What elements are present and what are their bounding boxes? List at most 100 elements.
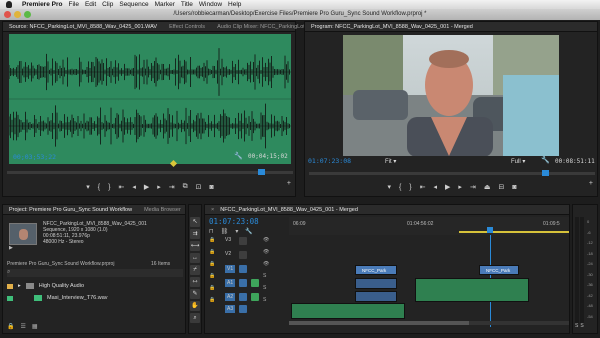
source-timecode-in[interactable]: 00;03;53;22 [13, 153, 56, 161]
list-view-icon[interactable]: ☰ [20, 323, 25, 331]
step-back-icon[interactable]: ◂ [132, 183, 136, 191]
apple-icon[interactable] [6, 1, 12, 8]
wrench-icon[interactable]: 🔧 [541, 156, 550, 164]
folder-row[interactable]: ▸ High Quality Audio [7, 283, 84, 289]
mark-in-icon[interactable]: { [98, 184, 100, 191]
lift-icon[interactable]: ⏏ [484, 183, 491, 191]
video-clip-2[interactable]: NFCC_Park [479, 265, 519, 275]
go-to-in-icon[interactable]: ⇤ [420, 183, 426, 191]
menu-clip[interactable]: Clip [102, 1, 113, 8]
toggle-sync-lock-button[interactable] [239, 237, 247, 245]
timeline-settings-icon[interactable]: 🔧 [245, 228, 252, 235]
icon-view-icon[interactable]: ▦ [32, 323, 38, 331]
step-back-icon[interactable]: ◂ [434, 183, 438, 191]
track-v2[interactable]: V2 [225, 251, 231, 257]
add-marker-icon[interactable]: ▾ [235, 228, 238, 235]
lock-icon[interactable]: 🔒 [209, 285, 215, 291]
wrench-icon[interactable]: 🔧 [234, 152, 243, 160]
play-icon[interactable]: ▶ [445, 183, 450, 191]
export-frame-icon[interactable]: ◙ [512, 184, 516, 191]
track-select-tool-icon[interactable]: ⇉ [190, 229, 200, 239]
program-playhead[interactable] [542, 170, 549, 176]
lock-icon[interactable]: 🔒 [209, 237, 215, 243]
razor-tool-icon[interactable]: ⌿ [190, 265, 200, 275]
zoom-tool-icon[interactable]: ⌕ [190, 313, 200, 323]
menu-marker[interactable]: Marker [155, 1, 175, 8]
insert-icon[interactable]: ⧉ [183, 183, 188, 191]
lock-icon[interactable]: 🔒 [7, 323, 14, 331]
linked-selection-icon[interactable]: ⛓ [221, 228, 229, 235]
hand-tool-icon[interactable]: ✋ [190, 301, 200, 311]
audio-clip-a3[interactable] [291, 303, 405, 319]
audio-clip-a1[interactable] [355, 278, 397, 289]
menu-sequence[interactable]: Sequence [119, 1, 148, 8]
eye-icon[interactable]: 👁 [263, 249, 269, 255]
lock-icon[interactable]: 🔒 [209, 297, 215, 303]
solo-icon[interactable]: S [263, 273, 269, 279]
source-scrub-bar[interactable] [7, 171, 293, 174]
track-v3[interactable]: V3 [225, 237, 231, 243]
step-forward-icon[interactable]: ▸ [458, 183, 462, 191]
video-clip-1[interactable]: NFCC_Park [355, 265, 397, 275]
timeline-scrollbar[interactable] [289, 321, 569, 325]
solo-right-button[interactable]: S [580, 323, 583, 329]
play-icon[interactable]: ▶ [144, 183, 149, 191]
tab-effect-controls[interactable]: Effect Controls [163, 24, 211, 30]
export-frame-icon[interactable]: ◙ [210, 184, 214, 191]
timeline-timecode[interactable]: 01:07:23:08 [209, 217, 259, 226]
toggle-sync-lock-button[interactable] [239, 305, 247, 313]
menu-title[interactable]: Title [181, 1, 193, 8]
timeline-scroll-thumb[interactable] [289, 321, 469, 325]
extract-icon[interactable]: ⊟ [498, 183, 504, 191]
add-marker-icon[interactable]: ▾ [387, 183, 391, 191]
snap-icon[interactable]: ⊓ [209, 228, 214, 235]
toggle-sync-lock-button[interactable] [239, 265, 247, 273]
quality-dropdown[interactable]: Full ▾ [511, 158, 525, 165]
step-forward-icon[interactable]: ▸ [157, 183, 161, 191]
clip-thumbnail[interactable] [9, 223, 37, 245]
toggle-sync-lock-button[interactable] [239, 251, 247, 259]
work-area-bar[interactable] [459, 231, 569, 233]
tab-media-browser[interactable]: Media Browser [138, 207, 187, 213]
add-button-icon[interactable]: + [589, 180, 593, 187]
solo-icon[interactable]: S [263, 297, 269, 303]
tab-source[interactable]: Source: NFCC_ParkingLot_MVI_8588_Wav_042… [3, 24, 163, 30]
mute-button[interactable] [251, 279, 259, 287]
menu-edit[interactable]: Edit [85, 1, 96, 8]
audio-file-row[interactable]: Masi_Interview_T76.wav [7, 295, 108, 301]
eye-icon[interactable]: 👁 [263, 261, 269, 267]
search-icon[interactable]: ⌕ [7, 269, 10, 275]
source-playhead[interactable] [258, 169, 265, 175]
rate-stretch-tool-icon[interactable]: ↔ [190, 253, 200, 263]
track-a1[interactable]: A1 [225, 279, 236, 287]
tab-program[interactable]: Program: NFCC_ParkingLot_MVI_8588_Wav_04… [305, 24, 479, 30]
track-a2[interactable]: A2 [225, 293, 236, 301]
search-row[interactable]: ⌕ [7, 269, 183, 277]
add-button-icon[interactable]: + [287, 180, 291, 187]
lock-icon[interactable]: 🔒 [209, 273, 215, 279]
ripple-edit-tool-icon[interactable]: ⟷ [190, 241, 200, 251]
expand-arrow-icon[interactable]: ▸ [18, 283, 21, 289]
pen-tool-icon[interactable]: ✎ [190, 289, 200, 299]
overwrite-icon[interactable]: ⊡ [196, 183, 202, 191]
go-to-out-icon[interactable]: ⇥ [470, 183, 476, 191]
mark-out-icon[interactable]: } [108, 184, 110, 191]
program-timecode-in[interactable]: 01:07:23:08 [308, 157, 351, 165]
menu-window[interactable]: Window [199, 1, 222, 8]
toggle-sync-lock-button[interactable] [239, 279, 247, 287]
selection-tool-icon[interactable]: ↖ [190, 217, 200, 227]
audio-clip-a2[interactable] [355, 291, 397, 302]
mute-button[interactable] [251, 293, 259, 301]
fit-dropdown[interactable]: Fit ▾ [385, 158, 396, 165]
audio-clip-merged[interactable] [415, 278, 529, 302]
lock-icon[interactable]: 🔒 [209, 261, 215, 267]
menu-help[interactable]: Help [228, 1, 241, 8]
toggle-sync-lock-button[interactable] [239, 293, 247, 301]
slip-tool-icon[interactable]: ⇿ [190, 277, 200, 287]
close-window-button[interactable] [4, 11, 11, 18]
track-v1[interactable]: V1 [225, 265, 236, 273]
mark-out-icon[interactable]: } [409, 184, 411, 191]
audio-waveform[interactable] [9, 34, 291, 164]
go-to-out-icon[interactable]: ⇥ [169, 183, 175, 191]
tab-sequence[interactable]: NFCC_ParkingLot_MVI_8588_Wav_0425_001 - … [220, 207, 364, 213]
